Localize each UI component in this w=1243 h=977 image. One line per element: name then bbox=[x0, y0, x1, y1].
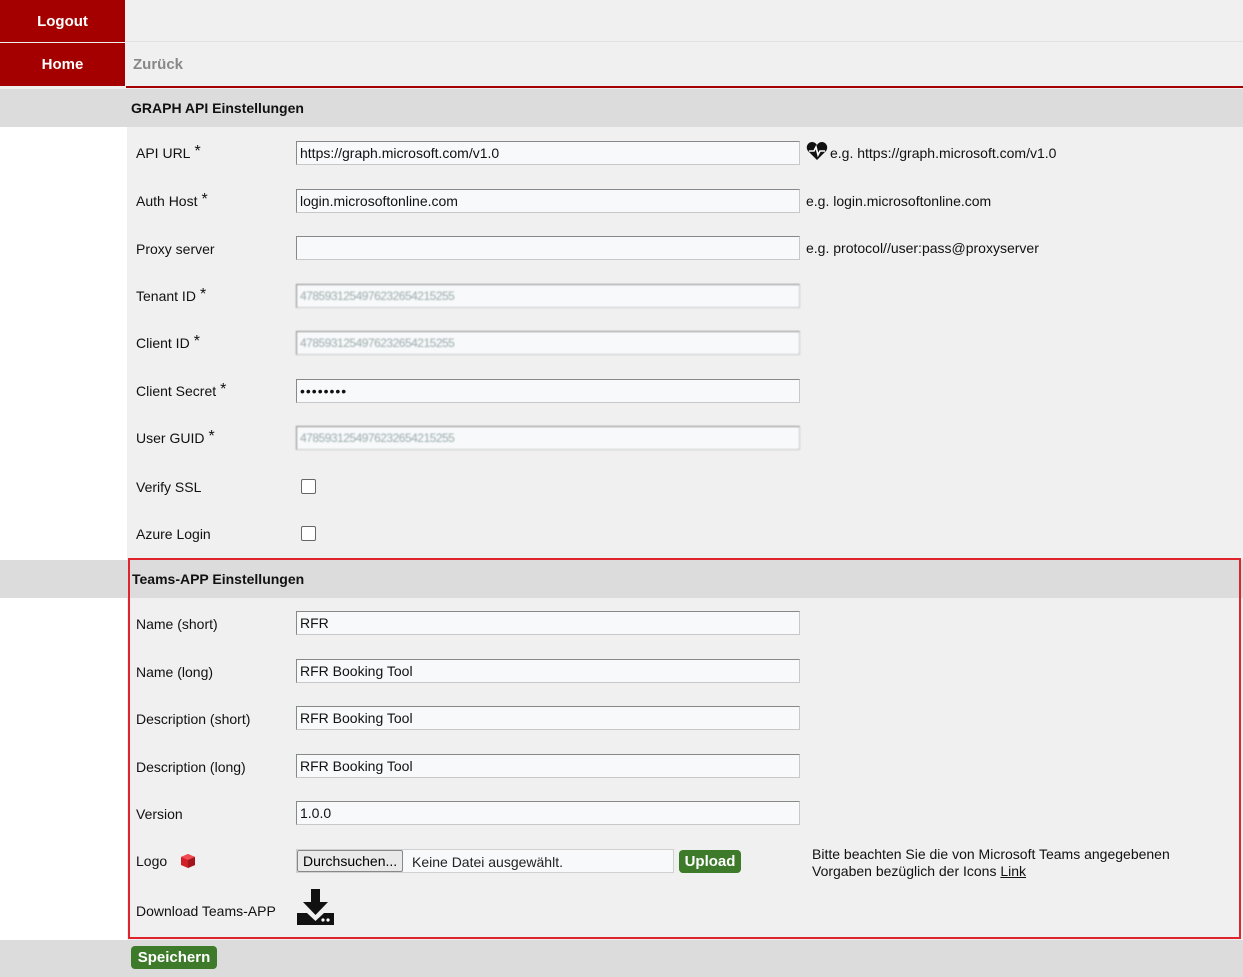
download-label: Download Teams-APP bbox=[136, 903, 276, 919]
graph-section-header: GRAPH API Einstellungen bbox=[0, 89, 1243, 127]
name-long-input[interactable] bbox=[296, 659, 800, 683]
api-url-input[interactable] bbox=[296, 141, 800, 165]
left-spacer bbox=[0, 598, 127, 940]
name-short-input[interactable] bbox=[296, 611, 800, 635]
proxy-hint: e.g. protocol//user:pass@proxyserver bbox=[806, 240, 1039, 256]
azure-login-label: Azure Login bbox=[136, 526, 211, 542]
teams-section-header: Teams-APP Einstellungen bbox=[0, 560, 1243, 598]
icon-guidelines-link[interactable]: Link bbox=[1000, 863, 1026, 879]
verify-ssl-checkbox[interactable] bbox=[301, 479, 316, 494]
client-id-input[interactable] bbox=[296, 331, 800, 355]
logo-label: Logo bbox=[136, 853, 168, 869]
proxy-label: Proxy server bbox=[136, 241, 215, 257]
heartbeat-icon[interactable] bbox=[806, 141, 828, 161]
logo-file-input[interactable]: Durchsuchen... Keine Datei ausgewählt. bbox=[296, 849, 674, 873]
proxy-input[interactable] bbox=[296, 236, 800, 260]
upload-button[interactable]: Upload bbox=[679, 850, 741, 873]
teams-section-title: Teams-APP Einstellungen bbox=[132, 571, 305, 587]
file-status: Keine Datei ausgewählt. bbox=[412, 854, 563, 870]
left-spacer bbox=[0, 127, 127, 560]
icon-guidelines-note: Bitte beachten Sie die von Microsoft Tea… bbox=[812, 846, 1170, 879]
save-button[interactable]: Speichern bbox=[131, 946, 217, 969]
azure-login-checkbox[interactable] bbox=[301, 526, 316, 541]
client-secret-label: Client Secret * bbox=[136, 381, 227, 399]
desc-long-label: Description (long) bbox=[136, 759, 246, 775]
auth-host-input[interactable] bbox=[296, 189, 800, 213]
sub-bar: Zurück bbox=[126, 43, 1243, 88]
user-guid-label: User GUID * bbox=[136, 428, 215, 446]
desc-short-input[interactable] bbox=[296, 706, 800, 730]
client-secret-input[interactable] bbox=[296, 379, 800, 403]
tenant-id-input[interactable] bbox=[296, 284, 800, 308]
top-bar bbox=[126, 0, 1243, 42]
version-label: Version bbox=[136, 806, 183, 822]
api-url-label: API URL * bbox=[136, 143, 201, 161]
graph-section-title: GRAPH API Einstellungen bbox=[131, 100, 304, 116]
logout-button[interactable]: Logout bbox=[0, 0, 125, 42]
desc-long-input[interactable] bbox=[296, 754, 800, 778]
download-icon[interactable] bbox=[296, 888, 336, 926]
name-long-label: Name (long) bbox=[136, 664, 214, 680]
name-short-label: Name (short) bbox=[136, 616, 218, 632]
version-input[interactable] bbox=[296, 801, 800, 825]
client-id-label: Client ID * bbox=[136, 333, 200, 351]
auth-host-hint: e.g. login.microsoftonline.com bbox=[806, 193, 992, 209]
back-link[interactable]: Zurück bbox=[133, 56, 183, 73]
auth-host-label: Auth Host * bbox=[136, 191, 208, 209]
home-button[interactable]: Home bbox=[0, 43, 125, 86]
desc-short-label: Description (short) bbox=[136, 711, 251, 727]
tenant-id-label: Tenant ID * bbox=[136, 286, 207, 304]
verify-ssl-label: Verify SSL bbox=[136, 479, 202, 495]
browse-button[interactable]: Durchsuchen... bbox=[297, 850, 404, 872]
cube-icon bbox=[180, 853, 196, 869]
user-guid-input[interactable] bbox=[296, 426, 800, 450]
api-url-hint: e.g. https://graph.microsoft.com/v1.0 bbox=[830, 145, 1057, 161]
